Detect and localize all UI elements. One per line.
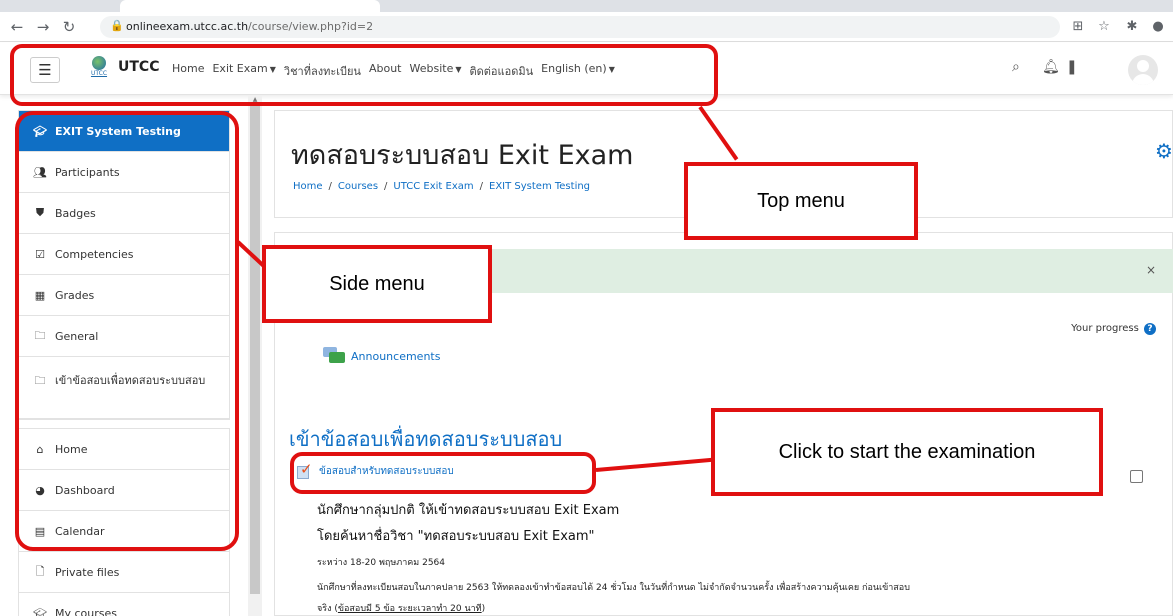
completion-checkbox[interactable] <box>1130 470 1143 483</box>
browser-address-bar: ← → ↻ 🔒 onlineexam.utcc.ac.th/course/vie… <box>0 12 1173 42</box>
top-menu-label: Top menu <box>684 162 918 240</box>
extensions-icon[interactable]: ✱ <box>1124 19 1140 34</box>
browser-tab[interactable] <box>120 0 380 12</box>
chat-icon[interactable]: ❚ <box>1066 59 1078 75</box>
quiz-link-highlight <box>290 452 596 494</box>
side-menu-highlight <box>15 111 239 551</box>
announcements-link[interactable]: Announcements <box>323 347 440 365</box>
forward-icon[interactable]: → <box>34 18 52 36</box>
breadcrumb-exit-system-testing[interactable]: EXIT System Testing <box>489 181 590 192</box>
url-host: onlineexam.utcc.ac.th <box>126 20 249 33</box>
description-line: โดยค้นหาชื่อวิชา "ทดสอบระบบสอบ Exit Exam… <box>317 529 595 544</box>
forum-icon <box>323 347 345 365</box>
description-line: นักศึกษาที่ลงทะเบียนสอบในภาคปลาย 2563 ให… <box>317 583 910 593</box>
side-menu-label: Side menu <box>262 245 492 323</box>
lock-icon: 🔒 <box>110 19 124 32</box>
breadcrumb-utcc-exit-exam[interactable]: UTCC Exit Exam <box>393 181 473 192</box>
description-line: ระหว่าง 18-20 พฤษภาคม 2564 <box>317 558 445 568</box>
profile-icon[interactable]: ● <box>1150 19 1166 34</box>
exam-info-link[interactable]: ข้อสอบมี 5 ข้อ ระยะเวลาทำ 20 นาที <box>338 604 482 614</box>
page-title: ทดสอบระบบสอบ Exit Exam <box>291 140 634 171</box>
reload-icon[interactable]: ↻ <box>60 18 78 36</box>
start-exam-label: Click to start the examination <box>711 408 1103 496</box>
gear-icon[interactable]: ⚙▾ <box>1155 139 1173 163</box>
graduation-cap-icon: 🎓︎ <box>33 606 47 616</box>
back-icon[interactable]: ← <box>8 18 26 36</box>
bell-icon[interactable]: 🔔︎ <box>1042 59 1060 75</box>
user-avatar[interactable] <box>1128 55 1158 85</box>
help-icon[interactable]: ? <box>1144 323 1156 335</box>
bookmark-star-icon[interactable]: ☆ <box>1096 19 1112 34</box>
url-path: /course/view.php?id=2 <box>248 20 374 33</box>
sidebar-item-private-files[interactable]: 🗋 Private files <box>19 552 229 593</box>
your-progress: Your progress ? <box>1071 323 1156 335</box>
file-icon: 🗋 <box>35 564 45 578</box>
description-line: นักศึกษากลุ่มปกติ ให้เข้าทดสอบระบบสอบ Ex… <box>317 503 620 518</box>
description-line: จริง (ข้อสอบมี 5 ข้อ ระยะเวลาทำ 20 นาที) <box>317 604 486 614</box>
url-field[interactable]: 🔒 onlineexam.utcc.ac.th/course/view.php?… <box>100 16 1060 38</box>
top-menu-highlight <box>10 44 718 106</box>
close-icon[interactable]: × <box>1146 263 1156 277</box>
sidebar-item-my-courses[interactable]: 🎓︎ My courses <box>19 593 229 616</box>
breadcrumb-courses[interactable]: Courses <box>338 181 378 192</box>
translate-icon[interactable]: ⊞ <box>1070 19 1086 34</box>
breadcrumb: Home / Courses / UTCC Exit Exam / EXIT System … <box>293 181 591 192</box>
browser-tab-strip <box>0 0 1173 12</box>
section-title: เข้าข้อสอบเพื่อทดสอบระบบสอบ <box>289 427 563 451</box>
search-icon[interactable]: ⌕ <box>1012 59 1020 75</box>
breadcrumb-home[interactable]: Home <box>293 181 323 192</box>
sidebar-scroll-thumb[interactable] <box>250 104 260 594</box>
